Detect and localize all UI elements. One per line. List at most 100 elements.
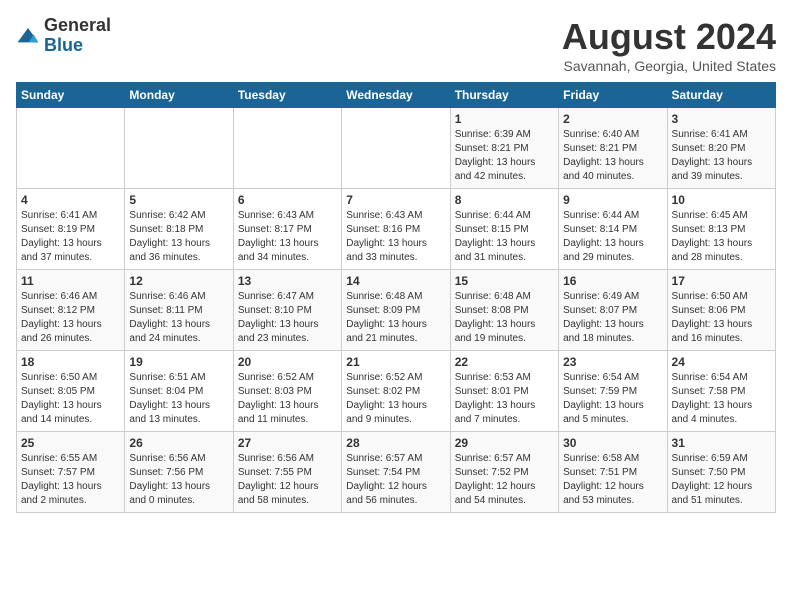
- cell-info: Sunrise: 6:56 AMSunset: 7:55 PMDaylight:…: [238, 452, 337, 508]
- calendar-cell: 28 Sunrise: 6:57 AMSunset: 7:54 PMDayligh…: [342, 432, 450, 513]
- cell-info: Sunrise: 6:53 AMSunset: 8:01 PMDaylight:…: [455, 371, 554, 427]
- calendar-week-4: 18 Sunrise: 6:50 AMSunset: 8:05 PMDayligh…: [17, 351, 776, 432]
- cell-info: Sunrise: 6:50 AMSunset: 8:06 PMDaylight:…: [672, 290, 771, 346]
- header-tuesday: Tuesday: [233, 83, 341, 108]
- calendar-cell: 31 Sunrise: 6:59 AMSunset: 7:50 PMDayligh…: [667, 432, 775, 513]
- calendar-cell: 22Sunrise: 6:53 AMSunset: 8:01 PMDayligh…: [450, 351, 558, 432]
- cell-info: Sunrise: 6:54 AMSunset: 7:58 PMDaylight:…: [672, 371, 771, 427]
- cell-info: Sunrise: 6:57 AMSunset: 7:54 PMDaylight:…: [346, 452, 445, 508]
- header-monday: Monday: [125, 83, 233, 108]
- cell-info: Sunrise: 6:41 AMSunset: 8:19 PMDaylight:…: [21, 209, 120, 265]
- calendar-cell: 8 Sunrise: 6:44 AMSunset: 8:15 PMDaylight…: [450, 189, 558, 270]
- calendar-header: Sunday Monday Tuesday Wednesday Thursday…: [17, 83, 776, 108]
- day-number: 29: [455, 436, 554, 450]
- calendar-cell: 13Sunrise: 6:47 AMSunset: 8:10 PMDayligh…: [233, 270, 341, 351]
- calendar-cell: 1 Sunrise: 6:39 AMSunset: 8:21 PMDaylight…: [450, 108, 558, 189]
- calendar-cell: 26Sunrise: 6:56 AMSunset: 7:56 PMDayligh…: [125, 432, 233, 513]
- calendar-week-2: 4 Sunrise: 6:41 AMSunset: 8:19 PMDaylight…: [17, 189, 776, 270]
- day-number: 31: [672, 436, 771, 450]
- day-number: 15: [455, 274, 554, 288]
- cell-info: Sunrise: 6:45 AMSunset: 8:13 PMDaylight:…: [672, 209, 771, 265]
- calendar-body: 1 Sunrise: 6:39 AMSunset: 8:21 PMDaylight…: [17, 108, 776, 513]
- day-number: 1: [455, 112, 554, 126]
- day-number: 8: [455, 193, 554, 207]
- calendar-cell: 9Sunrise: 6:44 AMSunset: 8:14 PMDaylight…: [559, 189, 667, 270]
- cell-info: Sunrise: 6:47 AMSunset: 8:10 PMDaylight:…: [238, 290, 337, 346]
- day-number: 12: [129, 274, 228, 288]
- calendar-cell: 29 Sunrise: 6:57 AMSunset: 7:52 PMDayligh…: [450, 432, 558, 513]
- calendar-cell: 20Sunrise: 6:52 AMSunset: 8:03 PMDayligh…: [233, 351, 341, 432]
- calendar-cell: 10 Sunrise: 6:45 AMSunset: 8:13 PMDayligh…: [667, 189, 775, 270]
- calendar-cell: [125, 108, 233, 189]
- calendar-week-3: 11Sunrise: 6:46 AMSunset: 8:12 PMDayligh…: [17, 270, 776, 351]
- calendar-cell: [233, 108, 341, 189]
- day-number: 17: [672, 274, 771, 288]
- cell-info: Sunrise: 6:50 AMSunset: 8:05 PMDaylight:…: [21, 371, 120, 427]
- cell-info: Sunrise: 6:58 AMSunset: 7:51 PMDaylight:…: [563, 452, 662, 508]
- header-sunday: Sunday: [17, 83, 125, 108]
- day-number: 5: [129, 193, 228, 207]
- calendar-cell: 3 Sunrise: 6:41 AMSunset: 8:20 PMDaylight…: [667, 108, 775, 189]
- cell-info: Sunrise: 6:51 AMSunset: 8:04 PMDaylight:…: [129, 371, 228, 427]
- day-number: 27: [238, 436, 337, 450]
- cell-info: Sunrise: 6:59 AMSunset: 7:50 PMDaylight:…: [672, 452, 771, 508]
- day-number: 9: [563, 193, 662, 207]
- cell-info: Sunrise: 6:49 AMSunset: 8:07 PMDaylight:…: [563, 290, 662, 346]
- day-number: 25: [21, 436, 120, 450]
- title-area: August 2024 Savannah, Georgia, United St…: [562, 16, 776, 74]
- day-number: 18: [21, 355, 120, 369]
- cell-info: Sunrise: 6:41 AMSunset: 8:20 PMDaylight:…: [672, 128, 771, 184]
- calendar-cell: 7 Sunrise: 6:43 AMSunset: 8:16 PMDaylight…: [342, 189, 450, 270]
- page-header: General Blue August 2024 Savannah, Georg…: [16, 16, 776, 74]
- calendar-cell: 2 Sunrise: 6:40 AMSunset: 8:21 PMDaylight…: [559, 108, 667, 189]
- header-row: Sunday Monday Tuesday Wednesday Thursday…: [17, 83, 776, 108]
- calendar-cell: 16 Sunrise: 6:49 AMSunset: 8:07 PMDayligh…: [559, 270, 667, 351]
- day-number: 10: [672, 193, 771, 207]
- day-number: 6: [238, 193, 337, 207]
- month-title: August 2024: [562, 16, 776, 58]
- cell-info: Sunrise: 6:44 AMSunset: 8:15 PMDaylight:…: [455, 209, 554, 265]
- calendar-week-1: 1 Sunrise: 6:39 AMSunset: 8:21 PMDaylight…: [17, 108, 776, 189]
- logo-general: General: [44, 16, 111, 36]
- cell-info: Sunrise: 6:43 AMSunset: 8:17 PMDaylight:…: [238, 209, 337, 265]
- calendar-cell: 24 Sunrise: 6:54 AMSunset: 7:58 PMDayligh…: [667, 351, 775, 432]
- calendar-table: Sunday Monday Tuesday Wednesday Thursday…: [16, 82, 776, 513]
- day-number: 2: [563, 112, 662, 126]
- cell-info: Sunrise: 6:43 AMSunset: 8:16 PMDaylight:…: [346, 209, 445, 265]
- cell-info: Sunrise: 6:42 AMSunset: 8:18 PMDaylight:…: [129, 209, 228, 265]
- calendar-cell: 6 Sunrise: 6:43 AMSunset: 8:17 PMDaylight…: [233, 189, 341, 270]
- day-number: 19: [129, 355, 228, 369]
- header-friday: Friday: [559, 83, 667, 108]
- cell-info: Sunrise: 6:39 AMSunset: 8:21 PMDaylight:…: [455, 128, 554, 184]
- day-number: 7: [346, 193, 445, 207]
- logo-blue: Blue: [44, 36, 111, 56]
- day-number: 14: [346, 274, 445, 288]
- day-number: 21: [346, 355, 445, 369]
- calendar-cell: 21 Sunrise: 6:52 AMSunset: 8:02 PMDayligh…: [342, 351, 450, 432]
- calendar-week-5: 25 Sunrise: 6:55 AMSunset: 7:57 PMDayligh…: [17, 432, 776, 513]
- day-number: 28: [346, 436, 445, 450]
- day-number: 23: [563, 355, 662, 369]
- cell-info: Sunrise: 6:57 AMSunset: 7:52 PMDaylight:…: [455, 452, 554, 508]
- calendar-cell: 14 Sunrise: 6:48 AMSunset: 8:09 PMDayligh…: [342, 270, 450, 351]
- cell-info: Sunrise: 6:46 AMSunset: 8:12 PMDaylight:…: [21, 290, 120, 346]
- cell-info: Sunrise: 6:48 AMSunset: 8:08 PMDaylight:…: [455, 290, 554, 346]
- cell-info: Sunrise: 6:52 AMSunset: 8:02 PMDaylight:…: [346, 371, 445, 427]
- day-number: 30: [563, 436, 662, 450]
- cell-info: Sunrise: 6:54 AMSunset: 7:59 PMDaylight:…: [563, 371, 662, 427]
- header-saturday: Saturday: [667, 83, 775, 108]
- calendar-cell: 5 Sunrise: 6:42 AMSunset: 8:18 PMDaylight…: [125, 189, 233, 270]
- cell-info: Sunrise: 6:55 AMSunset: 7:57 PMDaylight:…: [21, 452, 120, 508]
- logo-text: General Blue: [44, 16, 111, 56]
- calendar-cell: 27 Sunrise: 6:56 AMSunset: 7:55 PMDayligh…: [233, 432, 341, 513]
- logo-icon: [16, 26, 40, 46]
- calendar-cell: 17 Sunrise: 6:50 AMSunset: 8:06 PMDayligh…: [667, 270, 775, 351]
- day-number: 24: [672, 355, 771, 369]
- cell-info: Sunrise: 6:56 AMSunset: 7:56 PMDaylight:…: [129, 452, 228, 508]
- calendar-cell: 15 Sunrise: 6:48 AMSunset: 8:08 PMDayligh…: [450, 270, 558, 351]
- cell-info: Sunrise: 6:40 AMSunset: 8:21 PMDaylight:…: [563, 128, 662, 184]
- cell-info: Sunrise: 6:48 AMSunset: 8:09 PMDaylight:…: [346, 290, 445, 346]
- day-number: 4: [21, 193, 120, 207]
- day-number: 3: [672, 112, 771, 126]
- day-number: 16: [563, 274, 662, 288]
